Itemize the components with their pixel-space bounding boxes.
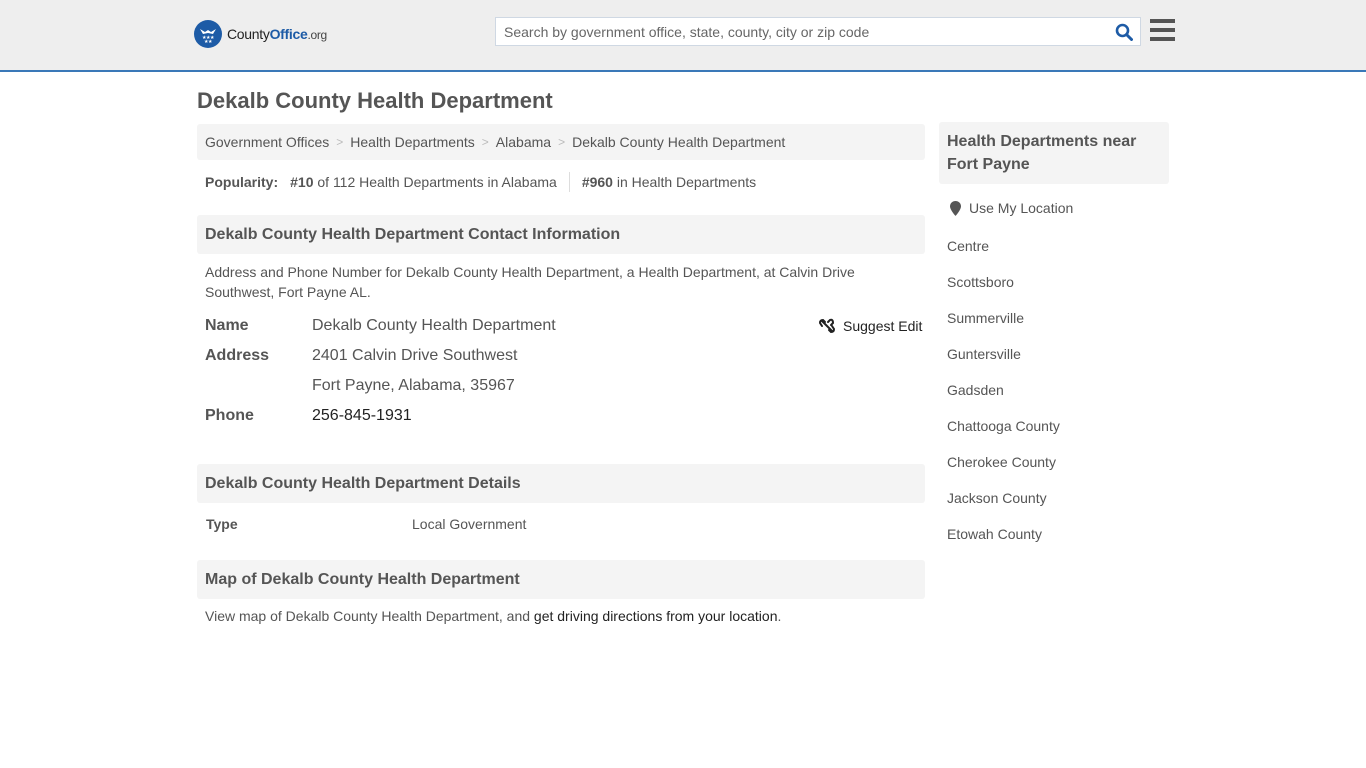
map-description: View map of Dekalb County Health Departm… xyxy=(205,608,781,624)
search-input[interactable] xyxy=(496,18,1108,45)
svg-text:★: ★ xyxy=(208,39,213,45)
national-rank-text: in Health Departments xyxy=(612,174,757,190)
map-heading: Map of Dekalb County Health Department xyxy=(197,560,925,599)
search-icon xyxy=(1115,23,1133,41)
nearby-item: Etowah County xyxy=(947,524,1060,560)
address-line1: 2401 Calvin Drive Southwest xyxy=(312,347,518,364)
details-heading: Dekalb County Health Department Details xyxy=(197,464,925,503)
search-box xyxy=(495,17,1141,46)
nearby-item: Chattooga County xyxy=(947,416,1060,452)
nearby-link-cherokee-county[interactable]: Cherokee County xyxy=(947,454,1056,470)
nearby-item: Centre xyxy=(947,236,1060,272)
phone-link[interactable]: 256-845-1931 xyxy=(312,407,412,424)
logo-office: Office xyxy=(269,26,308,42)
nearby-list: Centre Scottsboro Summerville Guntersvil… xyxy=(947,236,1060,560)
nearby-link-chattooga-county[interactable]: Chattooga County xyxy=(947,418,1060,434)
nearby-link-jackson-county[interactable]: Jackson County xyxy=(947,490,1047,506)
state-rank: #10 xyxy=(290,174,314,190)
address-label: Address xyxy=(205,347,270,364)
hamburger-menu-icon[interactable] xyxy=(1150,19,1175,41)
phone-row: Phone 256-845-1931 xyxy=(205,405,412,427)
address-row-2: Fort Payne, Alabama, 35967 xyxy=(205,375,515,397)
nearby-item: Gadsden xyxy=(947,380,1060,416)
name-row: Name Dekalb County Health Department xyxy=(205,315,556,337)
nearby-item: Guntersville xyxy=(947,344,1060,380)
menu-bar xyxy=(1150,37,1175,41)
suggest-edit[interactable]: Suggest Edit xyxy=(819,318,922,334)
map-text: View map of Dekalb County Health Departm… xyxy=(205,608,534,624)
nearby-item: Scottsboro xyxy=(947,272,1060,308)
breadcrumb-separator: > xyxy=(558,135,566,149)
nearby-item: Cherokee County xyxy=(947,452,1060,488)
national-rank: #960 xyxy=(581,174,613,190)
unlink-icon xyxy=(819,318,835,334)
nearby-link-gadsden[interactable]: Gadsden xyxy=(947,382,1004,398)
use-my-location-link[interactable]: Use My Location xyxy=(969,200,1073,216)
phone-label: Phone xyxy=(205,407,254,424)
contact-heading: Dekalb County Health Department Contact … xyxy=(197,215,925,254)
contact-description: Address and Phone Number for Dekalb Coun… xyxy=(205,264,855,300)
popularity: Popularity: #10 of 112 Health Department… xyxy=(205,172,756,192)
nearby-link-centre[interactable]: Centre xyxy=(947,238,989,254)
popularity-divider xyxy=(568,172,570,192)
sidebar-heading: Health Departments near Fort Payne xyxy=(939,122,1169,184)
suggest-edit-link[interactable]: Suggest Edit xyxy=(843,318,922,334)
breadcrumb-current[interactable]: Dekalb County Health Department xyxy=(572,134,785,150)
address-row: Address 2401 Calvin Drive Southwest xyxy=(205,345,517,367)
breadcrumb-separator: > xyxy=(336,135,344,149)
popularity-label: Popularity: xyxy=(205,174,279,190)
type-row: Type Local Government xyxy=(206,516,526,532)
logo-text: CountyOffice.org xyxy=(227,26,327,42)
menu-bar xyxy=(1150,19,1175,23)
breadcrumb: Government Offices > Health Departments … xyxy=(197,124,925,160)
menu-bar xyxy=(1150,28,1175,32)
breadcrumb-government-offices[interactable]: Government Offices xyxy=(205,134,329,150)
logo-county: County xyxy=(227,26,270,42)
map-pin-icon xyxy=(950,200,961,216)
nearby-link-guntersville[interactable]: Guntersville xyxy=(947,346,1021,362)
breadcrumb-alabama[interactable]: Alabama xyxy=(496,134,551,150)
site-header: ★ ★ ★ ★ ★ CountyOffice.org xyxy=(0,0,1366,72)
breadcrumb-separator: > xyxy=(481,135,489,149)
nearby-link-etowah-county[interactable]: Etowah County xyxy=(947,526,1042,542)
map-text-end: . xyxy=(777,608,782,624)
nearby-item: Summerville xyxy=(947,308,1060,344)
nearby-link-summerville[interactable]: Summerville xyxy=(947,310,1024,326)
name-value: Dekalb County Health Department xyxy=(312,317,556,334)
type-label: Type xyxy=(206,516,238,532)
use-my-location[interactable]: Use My Location xyxy=(950,200,1073,216)
logo-link[interactable]: ★ ★ ★ ★ ★ CountyOffice.org xyxy=(194,20,327,48)
driving-directions-link[interactable]: get driving directions from your locatio… xyxy=(534,608,778,624)
nearby-item: Jackson County xyxy=(947,488,1060,524)
eagle-stars-badge-icon: ★ ★ ★ ★ ★ xyxy=(194,20,222,48)
type-value: Local Government xyxy=(412,516,527,532)
address-line2: Fort Payne, Alabama, 35967 xyxy=(312,377,515,394)
nearby-link-scottsboro[interactable]: Scottsboro xyxy=(947,274,1014,290)
state-rank-text: of 112 Health Departments in Alabama xyxy=(313,174,557,190)
search-button[interactable] xyxy=(1108,18,1140,45)
logo-org: .org xyxy=(307,28,327,42)
name-label: Name xyxy=(205,317,249,334)
page-title: Dekalb County Health Department xyxy=(197,88,553,113)
breadcrumb-health-departments[interactable]: Health Departments xyxy=(350,134,475,150)
